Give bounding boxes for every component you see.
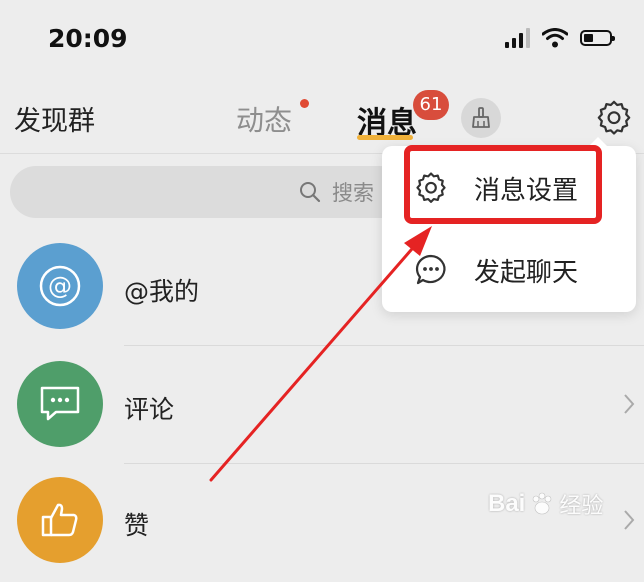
thumbs-up-icon: [41, 503, 78, 537]
menu-item-message-settings[interactable]: 消息设置: [382, 148, 636, 228]
chat-bubble-icon: [415, 254, 446, 285]
battery-icon: [580, 30, 615, 46]
settings-button[interactable]: [592, 96, 636, 140]
list-item-label: 赞: [124, 511, 150, 540]
watermark: Bai 经验: [488, 488, 603, 520]
search-bar[interactable]: 搜索: [10, 166, 410, 218]
chevron-right-icon: [624, 394, 635, 414]
menu-item-start-chat[interactable]: 发起聊天: [382, 230, 636, 310]
search-placeholder: 搜索: [332, 181, 374, 205]
popup-menu: 消息设置 发起聊天: [382, 137, 636, 312]
list-item-likes[interactable]: 赞: [0, 464, 644, 582]
wifi-icon: [542, 28, 568, 48]
comment-icon: [40, 386, 80, 421]
like-avatar: [17, 477, 103, 563]
at-icon: @: [39, 265, 81, 307]
list-item-label: @我的: [124, 277, 200, 306]
status-icons: [505, 28, 615, 48]
search-icon: [300, 182, 321, 203]
unread-badge: 61: [413, 90, 449, 120]
menu-item-label: 发起聊天: [474, 257, 579, 288]
chevron-right-icon: [624, 510, 635, 530]
comment-avatar: [17, 361, 103, 447]
svg-text:@: @: [48, 272, 72, 300]
paw-icon: [533, 492, 552, 515]
watermark-suffix: 经验: [559, 494, 604, 519]
gear-icon: [416, 172, 446, 203]
active-tab-indicator: [357, 135, 413, 140]
tab-dynamic[interactable]: 动态: [236, 99, 292, 139]
new-dot-indicator: [300, 99, 309, 108]
watermark-text: Bai: [488, 490, 526, 517]
list-item-label: 评论: [124, 395, 175, 424]
broom-icon: [472, 107, 490, 128]
menu-item-label: 消息设置: [474, 175, 579, 206]
at-avatar: @: [17, 243, 103, 329]
signal-icon: [505, 28, 530, 48]
gear-icon: [597, 100, 631, 135]
tab-discover-groups[interactable]: 发现群: [14, 99, 95, 138]
clean-button[interactable]: [461, 98, 501, 138]
list-item-comments[interactable]: 评论: [0, 346, 644, 464]
status-time: 20:09: [48, 24, 128, 53]
